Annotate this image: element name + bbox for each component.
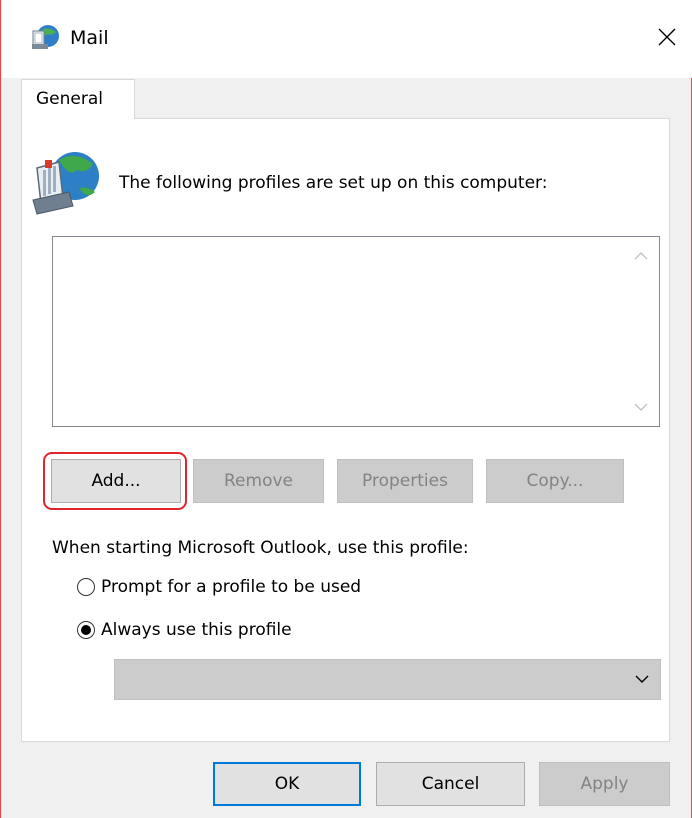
copy-button[interactable]: Copy...: [486, 459, 624, 503]
profile-select[interactable]: [114, 659, 661, 700]
mail-profiles-icon: [32, 152, 99, 215]
close-button[interactable]: [642, 14, 692, 60]
profiles-scrollbar[interactable]: [625, 237, 659, 426]
remove-button[interactable]: Remove: [193, 459, 324, 503]
add-button[interactable]: Add...: [51, 459, 181, 503]
ok-button[interactable]: OK: [213, 762, 361, 806]
close-icon: [658, 28, 676, 46]
profiles-label: The following profiles are set up on thi…: [119, 173, 548, 193]
prompt-profile-option[interactable]: Prompt for a profile to be used: [77, 577, 361, 597]
chevron-down-icon: [635, 675, 649, 683]
mail-dialog: Mail General The following profiles are …: [0, 0, 692, 818]
window-title: Mail: [70, 27, 109, 49]
scroll-up-icon[interactable]: [634, 251, 648, 261]
mail-globe-icon: [32, 25, 59, 49]
title-bar: Mail: [2, 0, 692, 78]
startup-profile-label: When starting Microsoft Outlook, use thi…: [52, 538, 469, 558]
general-panel: [21, 118, 670, 742]
apply-button[interactable]: Apply: [539, 762, 670, 806]
cancel-button[interactable]: Cancel: [376, 762, 525, 806]
tab-general-label: General: [36, 89, 103, 109]
properties-button[interactable]: Properties: [337, 459, 473, 503]
always-profile-option[interactable]: Always use this profile: [77, 620, 292, 640]
always-profile-radio[interactable]: [77, 621, 95, 639]
profiles-list[interactable]: [52, 236, 660, 427]
scroll-down-icon[interactable]: [634, 402, 648, 412]
always-profile-label: Always use this profile: [101, 620, 292, 640]
prompt-profile-radio[interactable]: [77, 578, 95, 596]
prompt-profile-label: Prompt for a profile to be used: [101, 577, 362, 597]
tab-general[interactable]: General: [21, 79, 135, 119]
